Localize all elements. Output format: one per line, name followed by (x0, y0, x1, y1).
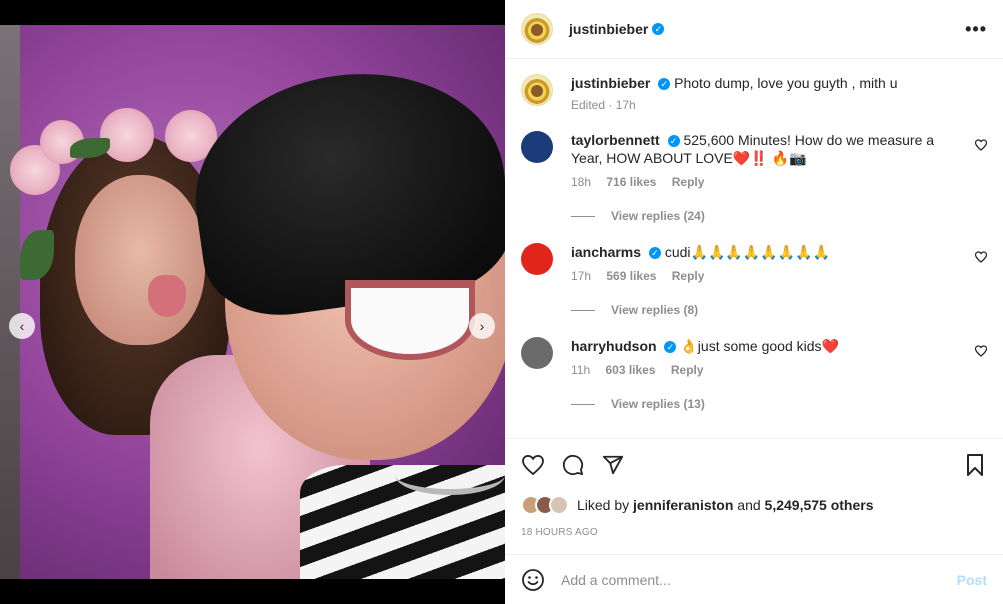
comment-heart-icon[interactable] (974, 139, 988, 151)
comment-avatar[interactable] (521, 337, 553, 369)
comment-text: cudi🙏🙏🙏🙏🙏🙏🙏🙏 (664, 244, 830, 260)
view-replies-label: View replies (8) (611, 303, 699, 317)
author-avatar[interactable] (521, 13, 553, 45)
comment-username[interactable]: taylorbennett (571, 132, 660, 148)
verified-badge-icon: ✓ (667, 135, 680, 148)
view-replies-label: View replies (13) (611, 397, 705, 411)
likes-others[interactable]: 5,249,575 others (765, 497, 874, 513)
post-comment-button[interactable]: Post (957, 572, 987, 588)
leaf (70, 138, 110, 158)
more-options-icon[interactable]: ••• (965, 19, 987, 40)
post-sidebar: justinbieber ✓ ••• justinbieber ✓ Photo … (505, 0, 1003, 604)
caption-text: Photo dump, love you guyth , mith u (674, 75, 898, 91)
replies-divider (571, 215, 595, 217)
comment-input[interactable] (561, 571, 957, 588)
post-header: justinbieber ✓ ••• (505, 0, 1003, 59)
photo-smile (345, 280, 475, 360)
view-replies-button[interactable]: View replies (24) (571, 209, 987, 223)
flower (100, 108, 154, 162)
photo-chain (395, 455, 505, 495)
verified-badge-icon: ✓ (648, 247, 661, 260)
comment: iancharms ✓ cudi🙏🙏🙏🙏🙏🙏🙏🙏 17h 569 likes R… (521, 243, 988, 317)
share-icon[interactable] (601, 453, 625, 477)
photo-girl-face (75, 175, 205, 345)
replies-divider (571, 309, 595, 311)
comment-avatar[interactable] (521, 243, 553, 275)
bookmark-icon[interactable] (963, 453, 987, 477)
comment-icon[interactable] (561, 453, 585, 477)
comment: taylorbennett ✓ 525,600 Minutes! How do … (521, 131, 988, 223)
replies-divider (571, 403, 595, 405)
comment-username[interactable]: harryhudson (571, 338, 657, 354)
carousel-next-button[interactable]: › (469, 313, 495, 339)
comment-time[interactable]: 18h (571, 175, 591, 189)
view-replies-button[interactable]: View replies (13) (571, 397, 987, 411)
add-comment-bar: Post (505, 554, 1003, 604)
comment-likes[interactable]: 603 likes (605, 363, 655, 377)
likes-prefix: Liked by (577, 497, 630, 513)
comment: harryhudson ✓ 👌just some good kids❤️ 11h… (521, 337, 988, 411)
liker-avatar (549, 495, 569, 515)
comments-list[interactable]: justinbieber ✓ Photo dump, love you guyt… (505, 60, 1003, 438)
comment-reply-button[interactable]: Reply (671, 363, 704, 377)
liker-avatars[interactable] (521, 495, 569, 515)
likes-summary: Liked by jenniferaniston and 5,249,575 o… (521, 495, 987, 515)
chevron-right-icon: › (479, 318, 485, 334)
post-actions: Liked by jenniferaniston and 5,249,575 o… (505, 438, 1003, 538)
likes-and: and (737, 497, 761, 513)
emoji-icon[interactable] (521, 568, 545, 592)
carousel-prev-button[interactable]: ‹ (9, 313, 35, 339)
post-media[interactable]: ‹ › (0, 25, 505, 579)
post-timestamp[interactable]: 18 HOURS AGO (521, 527, 987, 538)
view-replies-label: View replies (24) (611, 209, 705, 223)
comment-reply-button[interactable]: Reply (672, 269, 705, 283)
chevron-left-icon: ‹ (19, 318, 25, 334)
comment-time[interactable]: 11h (571, 363, 590, 377)
author-username[interactable]: justinbieber (569, 21, 648, 37)
instagram-post-modal: ‹ › justinbieber ✓ ••• justinbieber ✓ Ph… (0, 0, 1003, 604)
caption-author-avatar[interactable] (521, 74, 553, 106)
comment-avatar[interactable] (521, 131, 553, 163)
photo-flower-crown (0, 90, 230, 280)
comment-heart-icon[interactable] (974, 251, 988, 263)
comment-likes[interactable]: 716 likes (606, 175, 656, 189)
liker-username[interactable]: jenniferaniston (633, 497, 733, 513)
photo-tongue (148, 275, 186, 317)
verified-badge-icon: ✓ (658, 78, 671, 91)
view-replies-button[interactable]: View replies (8) (571, 303, 987, 317)
comment-likes[interactable]: 569 likes (606, 269, 656, 283)
verified-badge-icon: ✓ (664, 341, 677, 354)
comment-time[interactable]: 17h (571, 269, 591, 283)
comment-reply-button[interactable]: Reply (672, 175, 705, 189)
heart-icon[interactable] (521, 453, 545, 477)
verified-badge-icon: ✓ (652, 23, 665, 35)
caption-meta: Edited · 17h (571, 98, 636, 112)
caption: justinbieber ✓ Photo dump, love you guyt… (521, 74, 987, 112)
comment-heart-icon[interactable] (974, 345, 988, 357)
comment-text: 👌just some good kids❤️ (680, 338, 839, 354)
comment-username[interactable]: iancharms (571, 244, 641, 260)
caption-username[interactable]: justinbieber (571, 75, 650, 91)
